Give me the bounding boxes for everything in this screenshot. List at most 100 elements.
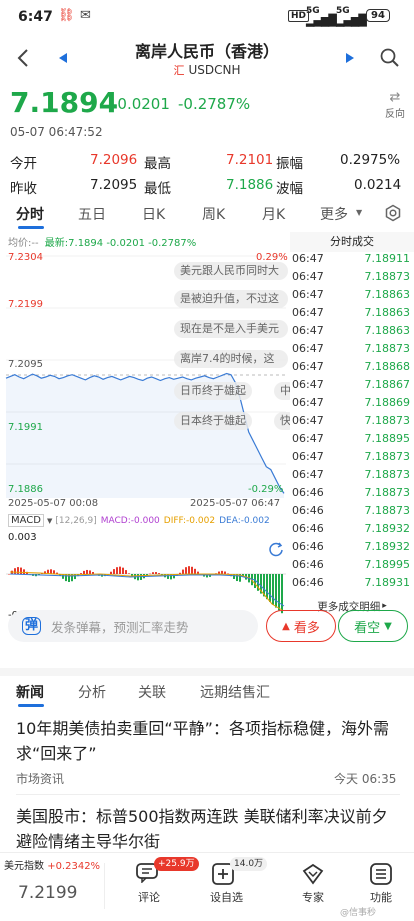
danmu-bubble: 日本终于雄起 — [174, 412, 252, 430]
news-item[interactable]: 美国股市：标普500指数两连跌 美联储利率决议前夕避险情绪主导华尔街 — [0, 804, 414, 854]
macd-bar — [92, 572, 94, 574]
macd-bar — [275, 574, 277, 608]
trades-list[interactable]: 06:477.1891106:477.1887306:477.1886306:4… — [290, 252, 414, 594]
trade-time: 06:46 — [292, 504, 324, 522]
tab-monthly-k[interactable]: 月K — [262, 204, 285, 224]
danmu-icon: 弹 — [22, 617, 41, 635]
trade-row: 06:467.18873 — [290, 504, 414, 522]
index-value: 7.2199 — [18, 883, 77, 903]
danmu-bubble: 现在是不是入手美元 — [174, 320, 288, 338]
trade-time: 06:47 — [292, 306, 324, 324]
stat-high: 7.2101 — [226, 152, 273, 168]
macd-bar — [116, 567, 118, 574]
macd-bar — [152, 572, 154, 574]
macd-bar — [128, 573, 130, 574]
tab-5day[interactable]: 五日 — [78, 204, 106, 224]
y-label-2: 7.2199 — [8, 299, 43, 310]
expert-button[interactable]: 专家 — [290, 853, 336, 921]
index-ticker[interactable]: 美元指数 +0.2342% 7.2199 — [0, 853, 104, 921]
reverse-button[interactable]: ⇄ 反向 — [382, 90, 408, 120]
trade-price: 7.18873 — [365, 270, 411, 288]
back-icon[interactable] — [16, 48, 30, 68]
tab-related[interactable]: 关联 — [138, 682, 166, 702]
macd-bar — [224, 572, 226, 574]
pct-bottom: -0.29% — [248, 484, 283, 495]
danmu-bubble: 美元跟人民币同时大 — [174, 262, 288, 280]
tab-weekly-k[interactable]: 周K — [202, 204, 225, 224]
chevron-down-icon[interactable]: ▼ — [47, 517, 52, 525]
trade-time: 06:47 — [292, 324, 324, 342]
y-label-5: 7.1886 — [8, 484, 43, 495]
trade-price: 7.18863 — [365, 288, 411, 306]
stat-label: 最低 — [144, 177, 171, 197]
signal-bars-icon: ▂▄▆█ — [336, 14, 366, 27]
trade-price: 7.18995 — [365, 558, 411, 576]
tab-analysis[interactable]: 分析 — [78, 682, 106, 702]
trade-row: 06:477.18873 — [290, 468, 414, 486]
macd-params: [12,26,9] — [55, 516, 96, 526]
trade-row: 06:477.18867 — [290, 378, 414, 396]
trade-row: 06:477.18873 — [290, 414, 414, 432]
forex-badge: 汇 — [173, 62, 184, 78]
news-title: 10年期美债拍卖重回“平静”：各项指标稳健，海外需求“回来了” — [16, 716, 402, 766]
tab-forward-fx[interactable]: 远期结售汇 — [200, 682, 270, 702]
next-arrow-icon[interactable] — [345, 52, 355, 64]
index-change: +0.2342% — [47, 861, 100, 872]
macd-bar — [272, 574, 274, 605]
trade-row: 06:477.18868 — [290, 360, 414, 378]
macd-legend: MACD ▼ [12,26,9] MACD:-0.000 DIFF:-0.002… — [8, 514, 270, 527]
trade-price: 7.18873 — [365, 414, 411, 432]
quote-datetime: 05-07 06:47:52 — [10, 125, 103, 139]
symbol-code: USDCNH — [188, 63, 240, 77]
trade-row: 06:477.18873 — [290, 270, 414, 288]
bear-button[interactable]: 看空 ▼ — [338, 610, 408, 642]
quote-header: 7.1894 -0.0201 -0.2787% 05-07 06:47:52 ⇄… — [0, 86, 414, 144]
news-tab-indicator — [18, 704, 44, 707]
macd-bar — [269, 574, 271, 602]
tab-intraday[interactable]: 分时 — [16, 204, 44, 224]
prev-arrow-icon[interactable] — [58, 52, 68, 64]
y-label-3: 7.2095 — [8, 359, 43, 370]
divider — [0, 668, 414, 676]
bear-label: 看空 — [354, 617, 380, 636]
reverse-label: 反向 — [382, 105, 408, 120]
macd-bar — [17, 567, 19, 574]
danmu-bubble: 日币终于雄起 — [174, 382, 252, 400]
comment-button[interactable]: +25.9万 评论 — [124, 853, 184, 921]
trade-price: 7.18873 — [365, 486, 411, 504]
danmu-input[interactable]: 弹 发条弹幕，预测汇率走势 — [8, 610, 258, 642]
news-item[interactable]: 10年期美债拍卖重回“平静”：各项指标稳健，海外需求“回来了” 市场资讯 今天 … — [0, 712, 414, 792]
settings-icon[interactable] — [384, 204, 402, 222]
macd-bar — [191, 567, 193, 574]
macd-plot[interactable] — [0, 544, 290, 614]
macd-bar — [83, 571, 85, 574]
macd-bar — [86, 570, 88, 574]
tab-daily-k[interactable]: 日K — [142, 204, 165, 224]
macd-bar — [221, 571, 223, 574]
danmu-bubble: 是被迫升值，不过这 — [174, 290, 288, 308]
intraday-chart[interactable]: 均价:-- 最新:7.1894 -0.0201 -0.2787% 7.2304 … — [0, 232, 290, 602]
trade-time: 06:46 — [292, 540, 324, 558]
macd-bar — [119, 567, 121, 574]
tab-more[interactable]: 更多 — [320, 204, 348, 224]
battery-indicator: 94 — [366, 9, 390, 22]
add-watchlist-button[interactable]: 14.0万 设自选 — [196, 853, 256, 921]
macd-bar — [266, 574, 268, 599]
trade-time: 06:47 — [292, 432, 324, 450]
diff-line — [10, 572, 282, 610]
bull-button[interactable]: ▲ 看多 — [266, 610, 336, 642]
dropdown-icon[interactable]: ▼ — [356, 208, 362, 217]
trade-row: 06:477.18911 — [290, 252, 414, 270]
trade-time: 06:47 — [292, 342, 324, 360]
tab-news[interactable]: 新闻 — [16, 682, 44, 702]
chart-legend: 均价:-- 最新:7.1894 -0.0201 -0.2787% — [8, 234, 196, 249]
search-icon[interactable] — [380, 48, 400, 68]
macd-selector[interactable]: MACD — [8, 514, 44, 527]
dea-value: DEA:-0.002 — [219, 516, 270, 526]
news-tabs: 新闻 分析 关联 远期结售汇 — [0, 678, 414, 708]
macd-bar — [188, 566, 190, 574]
trade-price: 7.18868 — [365, 360, 411, 378]
top-nav: 离岸人民币（香港） 汇 USDCNH — [0, 36, 414, 86]
trade-time: 06:46 — [292, 558, 324, 576]
price-change-pct: -0.2787% — [178, 95, 250, 113]
